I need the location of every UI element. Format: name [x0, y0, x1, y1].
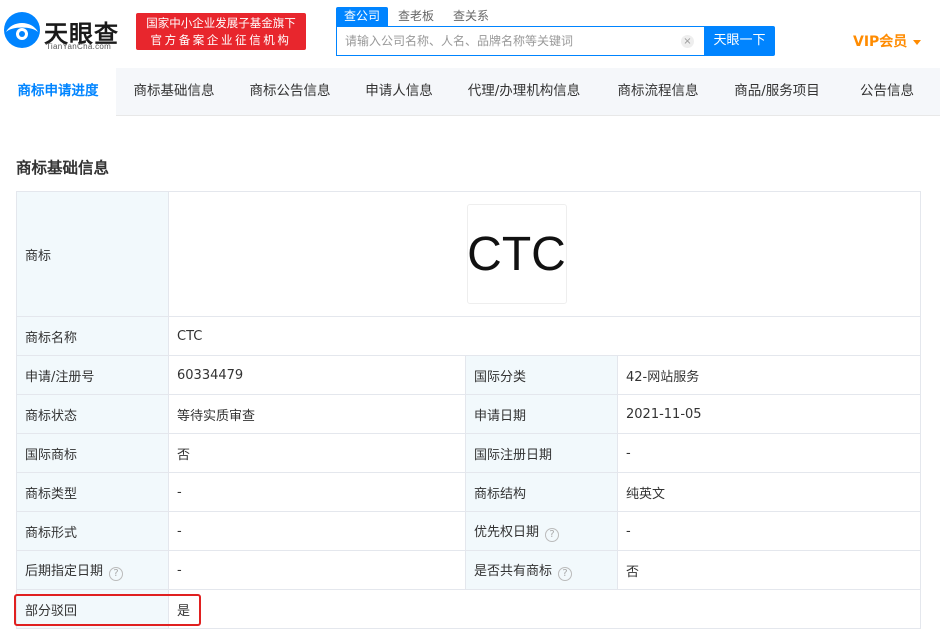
reg-no-value: 60334479	[168, 355, 466, 395]
tab-goods-services[interactable]: 商品/服务项目	[726, 68, 828, 116]
clear-icon[interactable]: ×	[681, 35, 694, 48]
tab-basic-info[interactable]: 商标基础信息	[126, 68, 222, 116]
table-row: 后期指定日期? - 是否共有商标? 否	[16, 550, 921, 590]
search-button[interactable]: 天眼一下	[704, 26, 775, 56]
tab-applicant-info[interactable]: 申请人信息	[358, 68, 440, 116]
vip-label: VIP会员	[853, 34, 908, 50]
type-label: 商标类型	[16, 472, 169, 512]
trademark-label: 商标	[16, 191, 169, 317]
trademark-image-cell: CTC	[168, 191, 921, 317]
trademark-nav: 商标申请进度 商标基础信息 商标公告信息 申请人信息 代理/办理机构信息 商标流…	[0, 68, 940, 116]
caret-down-icon	[913, 39, 922, 45]
tab-announcement-info[interactable]: 商标公告信息	[242, 68, 338, 116]
tianyancha-logo[interactable]: 天眼查 TianYanCha.com	[2, 10, 130, 54]
badge-line-2: 官方备案企业征信机构	[150, 33, 292, 47]
intl-class-label: 国际分类	[465, 355, 618, 395]
section-title: 商标基础信息	[16, 159, 110, 177]
status-value: 等待实质审查	[168, 394, 466, 434]
logo-subtitle: TianYanCha.com	[46, 42, 112, 51]
trademark-image[interactable]: CTC	[466, 204, 567, 304]
shared-label: 是否共有商标	[474, 563, 553, 579]
priority-date-label: 优先权日期	[474, 524, 540, 540]
intl-reg-date-label: 国际注册日期	[465, 433, 618, 473]
table-row: 部分驳回 是	[16, 589, 921, 629]
help-icon[interactable]: ?	[109, 566, 124, 581]
shared-value: 否	[617, 550, 921, 590]
form-value: -	[168, 511, 466, 551]
eye-logo-icon	[4, 12, 40, 48]
structure-value: 纯英文	[617, 472, 921, 512]
apply-date-label: 申请日期	[465, 394, 618, 434]
table-row: 申请/注册号 60334479 国际分类 42-网站服务	[16, 355, 921, 395]
priority-date-value: -	[617, 511, 921, 551]
intl-reg-date-value: -	[617, 433, 921, 473]
help-icon[interactable]: ?	[545, 527, 560, 542]
search-tab-boss[interactable]: 查老板	[398, 7, 434, 26]
table-row: 商标类型 - 商标结构 纯英文	[16, 472, 921, 512]
trademark-image-text: CTC	[467, 227, 566, 281]
tab-notice-info[interactable]: 公告信息	[852, 68, 922, 116]
table-row: 商标形式 - 优先权日期? -	[16, 511, 921, 551]
priority-date-cell: 优先权日期?	[465, 511, 618, 551]
structure-label: 商标结构	[465, 472, 618, 512]
search-input[interactable]	[345, 27, 675, 55]
table-row: 商标名称 CTC	[16, 316, 921, 356]
later-date-label: 后期指定日期	[25, 563, 104, 579]
reg-no-label: 申请/注册号	[16, 355, 169, 395]
intl-class-value: 42-网站服务	[617, 355, 921, 395]
site-header: 天眼查 TianYanCha.com 国家中小企业发展子基金旗下 官方备案企业征…	[0, 0, 940, 68]
trademark-info-table: 商标 CTC 商标名称 CTC 申请/注册号 60334479 国际分类 42-…	[16, 191, 921, 629]
partial-reject-value: 是	[168, 589, 921, 629]
later-date-value: -	[168, 550, 466, 590]
intl-tm-label: 国际商标	[16, 433, 169, 473]
help-icon[interactable]: ?	[558, 566, 573, 581]
table-row: 国际商标 否 国际注册日期 -	[16, 433, 921, 473]
partial-reject-label: 部分驳回	[16, 589, 169, 629]
name-value: CTC	[168, 316, 921, 356]
shared-cell: 是否共有商标?	[465, 550, 618, 590]
form-label: 商标形式	[16, 511, 169, 551]
type-value: -	[168, 472, 466, 512]
tab-process-info[interactable]: 商标流程信息	[610, 68, 706, 116]
official-badge: 国家中小企业发展子基金旗下 官方备案企业征信机构	[136, 13, 306, 50]
search-tab-company[interactable]: 查公司	[336, 7, 389, 26]
later-date-cell: 后期指定日期?	[16, 550, 169, 590]
name-label: 商标名称	[16, 316, 169, 356]
tab-application-progress[interactable]: 商标申请进度	[0, 68, 116, 116]
status-label: 商标状态	[16, 394, 169, 434]
badge-line-1: 国家中小企业发展子基金旗下	[146, 16, 296, 30]
apply-date-value: 2021-11-05	[617, 394, 921, 434]
intl-tm-value: 否	[168, 433, 466, 473]
tab-agency-info[interactable]: 代理/办理机构信息	[462, 68, 586, 116]
search-tab-relation[interactable]: 查关系	[453, 7, 489, 26]
search-box: ×	[336, 26, 704, 56]
table-row: 商标状态 等待实质审查 申请日期 2021-11-05	[16, 394, 921, 434]
vip-menu[interactable]: VIP会员	[853, 31, 922, 51]
table-row: 商标 CTC	[16, 191, 921, 317]
